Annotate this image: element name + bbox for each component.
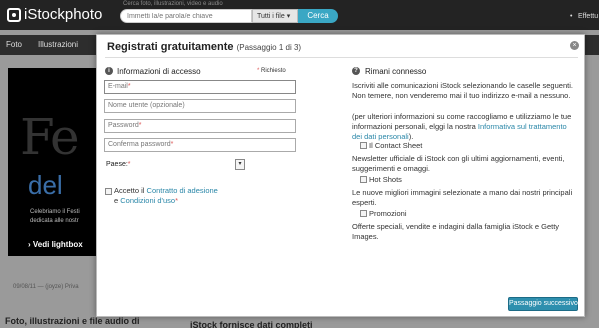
- username-field[interactable]: Nome utente (opzionale): [104, 99, 296, 113]
- confirm-password-placeholder: Conferma password: [108, 141, 171, 148]
- password-required-mark: *: [138, 122, 142, 129]
- banner-big-text: Fe: [20, 108, 80, 166]
- banner-body: Celebriamo il Festi dedicata alle nostr: [30, 209, 80, 224]
- search-button[interactable]: Cerca: [298, 9, 338, 23]
- stay-connected-title: Rimani connesso: [365, 67, 427, 76]
- terms-prefix: Accetto il: [114, 186, 145, 195]
- promotions-desc: Offerte speciali, vendite e indagini dal…: [352, 222, 560, 241]
- required-star: *: [257, 68, 260, 74]
- terms-of-use-link[interactable]: Condizioni d'uso: [120, 196, 175, 205]
- chevron-down-icon: ▾: [286, 13, 291, 20]
- bullet-icon: •: [570, 13, 573, 20]
- top-bar: iStockphoto Cerca foto, illustrazioni, v…: [0, 0, 599, 30]
- info-icon: i: [105, 67, 113, 75]
- contact-sheet-desc: Newsletter ufficiale di iStock con gli u…: [352, 154, 565, 173]
- password-placeholder: Password: [108, 122, 139, 129]
- adhesion-contract-link[interactable]: Contratto di adesione: [147, 186, 218, 195]
- privacy-note: (per ulteriori informazioni su come racc…: [352, 112, 574, 142]
- password-field[interactable]: Password*: [104, 119, 296, 133]
- access-info-title: Informazioni di accesso: [117, 67, 201, 76]
- banner-link-label: Vedi lightbox: [32, 240, 83, 249]
- contact-sheet-label: Il Contact Sheet: [369, 141, 423, 150]
- help-icon: ?: [352, 67, 360, 75]
- close-icon[interactable]: ×: [570, 41, 579, 50]
- next-step-button[interactable]: Passaggio successivo: [508, 297, 578, 311]
- confirm-password-field[interactable]: Conferma password*: [104, 138, 296, 152]
- subscribe-intro: Iscriviti alle comunicazioni iStock sele…: [352, 81, 573, 100]
- banner-lightbox-link[interactable]: › Vedi lightbox: [28, 240, 83, 249]
- hot-shots-desc: Le nuove migliori immagini selezionate a…: [352, 188, 573, 207]
- terms-checkbox[interactable]: [105, 188, 112, 195]
- required-label: Richiesto: [261, 68, 286, 74]
- country-select[interactable]: ▾: [235, 159, 245, 170]
- search-scope-select[interactable]: Tutti i file ▾: [252, 9, 298, 23]
- footer-title: Foto, illustrazioni e file audio di: [5, 316, 140, 326]
- chevron-down-icon: ▾: [238, 161, 242, 167]
- istockphoto-logo[interactable]: iStockphoto: [7, 6, 102, 23]
- nav-item-illustrazioni[interactable]: Illustrazioni: [38, 40, 78, 49]
- terms-text: Accetto il Contratto di adesione e Condi…: [114, 186, 254, 206]
- banner-sub-text: del: [28, 170, 63, 200]
- terms-and: e: [114, 196, 119, 205]
- divider: [105, 57, 578, 58]
- email-placeholder: E-mail: [108, 83, 128, 90]
- contact-sheet-checkbox[interactable]: [360, 142, 367, 149]
- privacy-suffix: ).: [408, 132, 414, 141]
- nav-item-foto[interactable]: Foto: [6, 40, 22, 49]
- search-hint: Cerca foto, illustrazioni, video e audio: [123, 1, 223, 7]
- search-input[interactable]: [120, 9, 252, 23]
- modal-title: Registrati gratuitamente (Passaggio 1 di…: [107, 41, 301, 53]
- footer-title-2: iStock fornisce dati completi: [190, 320, 313, 328]
- promotions-checkbox[interactable]: [360, 210, 367, 217]
- register-modal: Registrati gratuitamente (Passaggio 1 di…: [96, 34, 585, 317]
- promo-banner[interactable]: Fe del Celebriamo il Festi dedicata alle…: [8, 68, 98, 256]
- meta-line: 09/08/11 — (joyze) Priva: [13, 284, 79, 290]
- required-note: * Richiesto: [257, 68, 286, 74]
- signin-link[interactable]: Effettu: [578, 13, 598, 20]
- terms-required-mark: *: [175, 196, 178, 205]
- logo-text: iStockphoto: [24, 6, 103, 23]
- email-required-mark: *: [127, 83, 131, 90]
- modal-step: (Passaggio 1 di 3): [236, 43, 302, 52]
- promotions-label: Promozioni: [369, 209, 407, 218]
- camera-icon: [7, 7, 21, 22]
- country-label: Paese:*: [106, 161, 131, 168]
- country-required-mark: *: [127, 161, 131, 168]
- hot-shots-checkbox[interactable]: [360, 176, 367, 183]
- modal-title-text: Registrati gratuitamente: [107, 41, 234, 53]
- confirm-password-required-mark: *: [170, 141, 174, 148]
- hot-shots-label: Hot Shots: [369, 175, 402, 184]
- username-placeholder: Nome utente (opzionale): [108, 102, 185, 109]
- country-label-text: Paese:: [106, 161, 128, 168]
- search-scope-label: Tutti i file: [257, 13, 285, 20]
- email-field[interactable]: E-mail*: [104, 80, 296, 94]
